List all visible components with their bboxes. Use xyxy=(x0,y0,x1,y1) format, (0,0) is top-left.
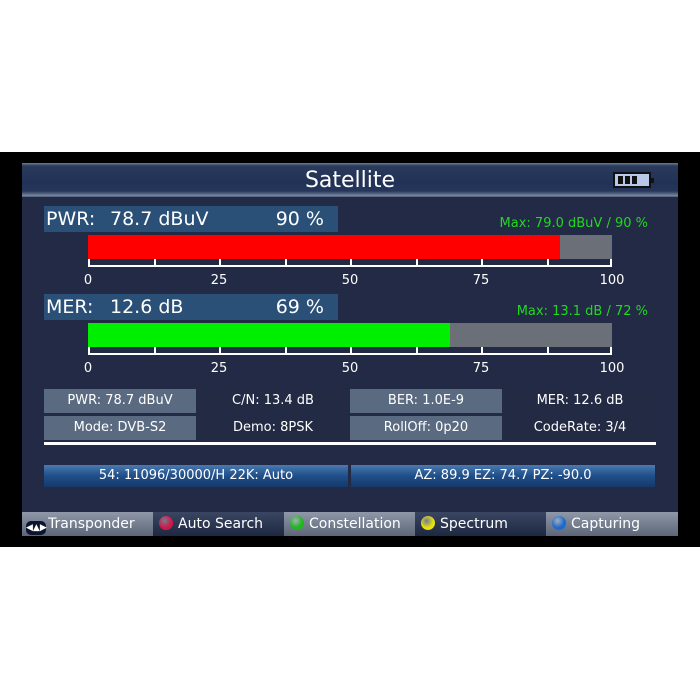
pwr-scale xyxy=(88,258,612,268)
pwr-label: PWR: xyxy=(46,208,96,230)
yellow-button-icon xyxy=(421,516,435,530)
constellation-label: Constellation xyxy=(309,516,401,532)
scale-label: 100 xyxy=(599,361,625,376)
info-demod: Demo: 8PSK xyxy=(198,416,348,440)
pwr-bar-fill xyxy=(88,235,560,259)
scale-tick xyxy=(415,347,418,355)
info-coderate: CodeRate: 3/4 xyxy=(504,416,656,440)
info-ber: BER: 1.0E-9 xyxy=(350,389,502,413)
scale-tick xyxy=(481,347,483,355)
info-rolloff: RollOff: 0p20 xyxy=(350,416,502,440)
scale-tick xyxy=(153,259,156,267)
scale-tick xyxy=(546,259,549,267)
scale-tick xyxy=(610,259,612,267)
scale-tick xyxy=(88,259,90,267)
mer-bar-track xyxy=(88,323,612,347)
auto-search-button[interactable]: Auto Search xyxy=(153,512,284,536)
scale-label: 100 xyxy=(599,273,625,288)
pwr-bar-track xyxy=(88,235,612,259)
mer-scale xyxy=(88,346,612,356)
scale-tick xyxy=(350,347,352,355)
dpad-icon: ◀▲▶ xyxy=(26,521,47,535)
info-pwr: PWR: 78.7 dBuV xyxy=(44,389,196,413)
battery-icon xyxy=(613,172,654,188)
capturing-label: Capturing xyxy=(571,516,641,532)
scale-tick xyxy=(153,347,156,355)
scale-tick xyxy=(219,259,221,267)
mer-percent: 69 % xyxy=(275,296,324,318)
pwr-max: Max: 79.0 dBuV / 90 % xyxy=(499,216,648,231)
spectrum-button[interactable]: Spectrum xyxy=(415,512,546,536)
transponder-button[interactable]: ◀▲▶Transponder xyxy=(22,512,153,536)
mer-readout: MER: 12.6 dB 69 % xyxy=(44,294,338,320)
blue-button-icon xyxy=(552,516,566,530)
info-mer: MER: 12.6 dB xyxy=(504,389,656,413)
scale-tick xyxy=(284,347,287,355)
capturing-button[interactable]: Capturing xyxy=(546,512,678,536)
constellation-button[interactable]: Constellation xyxy=(284,512,415,536)
pwr-scale-labels: 0 25 50 75 100 xyxy=(84,273,625,289)
scale-label: 50 xyxy=(341,273,359,288)
info-cn: C/N: 13.4 dB xyxy=(198,389,348,413)
auto-search-label: Auto Search xyxy=(178,516,264,532)
scale-label: 25 xyxy=(210,273,228,288)
meter-screen: Satellite PWR: 78.7 dBuV 90 % Max: 79.0 … xyxy=(22,163,678,536)
function-key-bar: ◀▲▶Transponder Auto Search Constellation… xyxy=(22,512,678,536)
scale-tick xyxy=(546,347,549,355)
pwr-percent: 90 % xyxy=(275,208,324,230)
scale-tick xyxy=(481,259,483,267)
green-button-icon xyxy=(290,516,304,530)
mer-bar-fill xyxy=(88,323,450,347)
scale-tick xyxy=(415,259,418,267)
header-bar: Satellite xyxy=(22,163,678,197)
pwr-readout: PWR: 78.7 dBuV 90 % xyxy=(44,206,338,232)
scale-label: 75 xyxy=(472,273,490,288)
transponder-info-bar[interactable]: 54: 11096/30000/H 22K: Auto xyxy=(44,465,348,487)
scale-tick xyxy=(219,347,221,355)
pwr-value: 78.7 dBuV xyxy=(110,208,209,230)
mer-scale-labels: 0 25 50 75 100 xyxy=(84,361,625,377)
page-title: Satellite xyxy=(304,168,396,193)
scale-label: 50 xyxy=(341,361,359,376)
scale-tick xyxy=(88,347,90,355)
position-info-bar: AZ: 89.9 EZ: 74.7 PZ: -90.0 xyxy=(351,465,655,487)
mer-value: 12.6 dB xyxy=(110,296,184,318)
scale-tick xyxy=(284,259,287,267)
scale-label: 75 xyxy=(472,361,490,376)
spectrum-label: Spectrum xyxy=(440,516,508,532)
scale-tick xyxy=(350,259,352,267)
scale-label: 0 xyxy=(83,361,93,376)
scale-tick xyxy=(610,347,612,355)
info-mode: Mode: DVB-S2 xyxy=(44,416,196,440)
scale-label: 0 xyxy=(83,273,93,288)
scale-label: 25 xyxy=(210,361,228,376)
mer-max: Max: 13.1 dB / 72 % xyxy=(516,304,648,319)
mer-label: MER: xyxy=(46,296,94,318)
red-button-icon xyxy=(159,516,173,530)
divider xyxy=(44,442,656,445)
transponder-label: Transponder xyxy=(48,516,135,532)
